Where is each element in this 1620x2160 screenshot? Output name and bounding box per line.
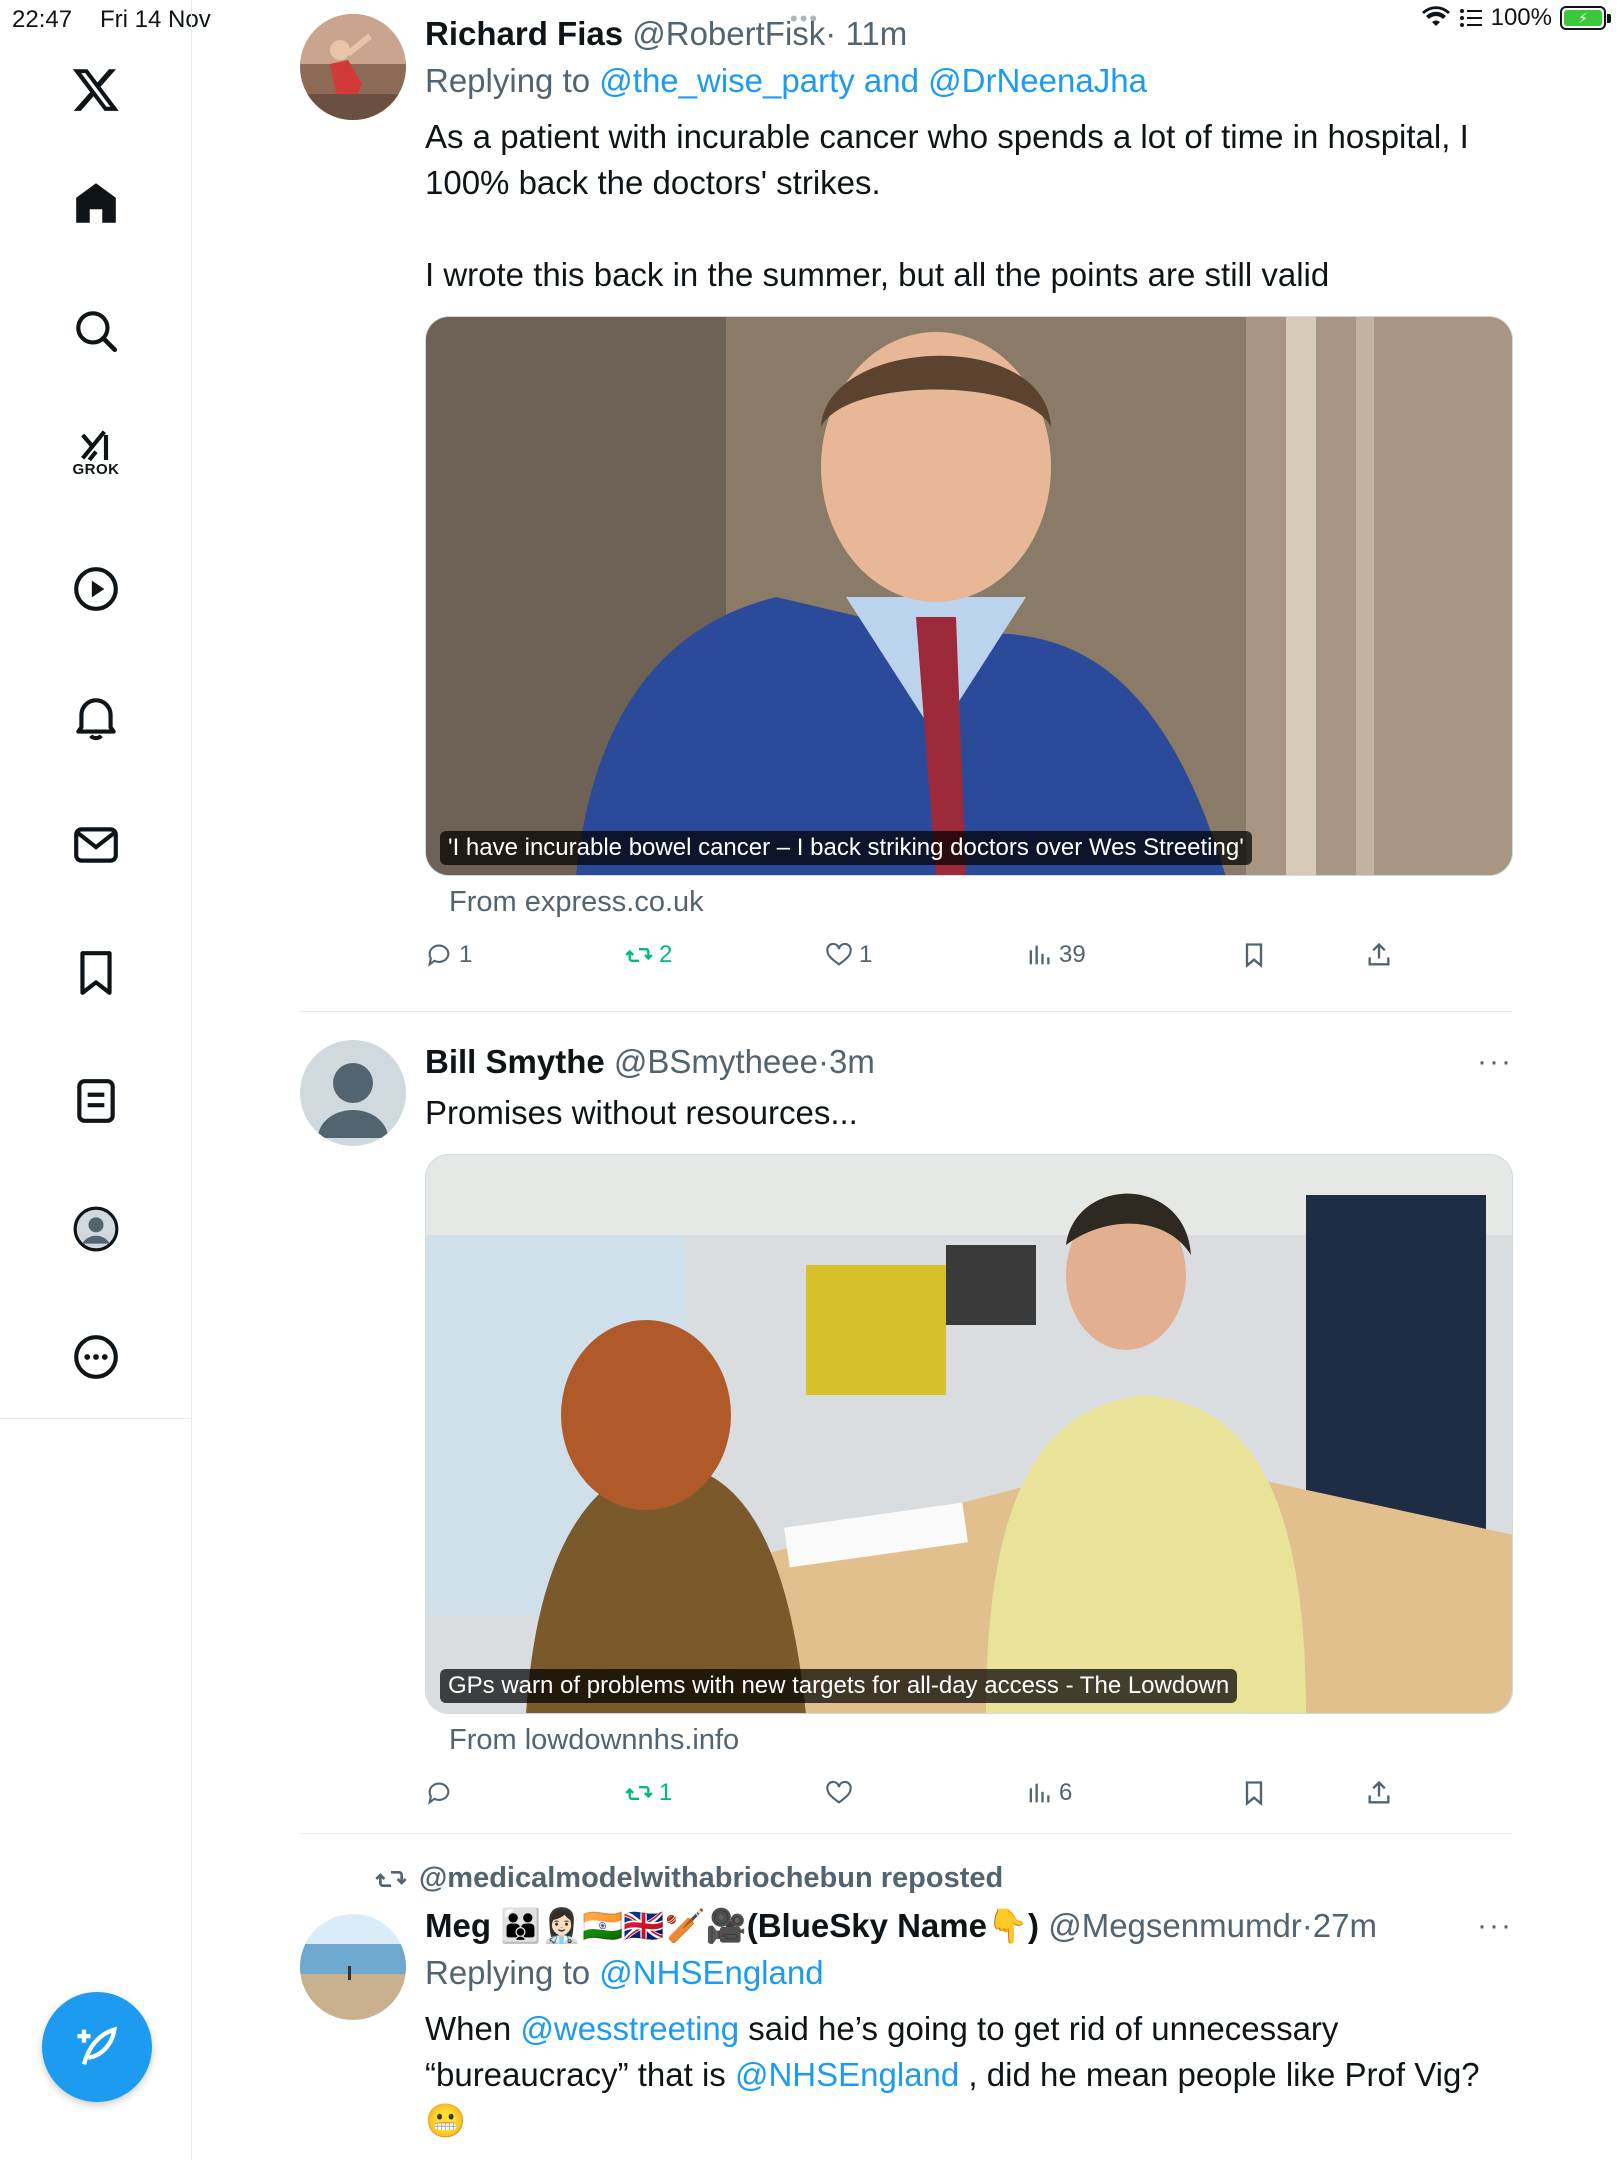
card-caption: 'I have incurable bowel cancer – I back …: [440, 831, 1252, 865]
tweet-actions: 1 6: [425, 1779, 1513, 1823]
timestamp[interactable]: 3m: [829, 1043, 875, 1080]
repost-context[interactable]: @medicalmodelwithabriochebun reposted: [375, 1862, 1003, 1895]
mention-link[interactable]: @NHSEngland: [735, 2056, 959, 2093]
reply-count: 1: [459, 941, 473, 968]
heart-icon: [826, 942, 852, 966]
compose-quill-icon: [77, 2026, 117, 2065]
views-chart-icon: [1029, 1783, 1050, 1803]
repost-button[interactable]: 2: [625, 941, 672, 969]
timestamp[interactable]: 11m: [845, 15, 907, 52]
sidebar: GROK: [0, 0, 192, 2160]
like-button[interactable]: [825, 1779, 859, 1807]
profile-icon[interactable]: [55, 1188, 137, 1270]
tweet-text: Promises without resources...: [425, 1094, 858, 1131]
link-card-image[interactable]: 'I have incurable bowel cancer – I back …: [425, 316, 1513, 876]
like-count: 1: [859, 941, 873, 968]
reply-button[interactable]: 1: [425, 941, 472, 969]
tweet-divider: [300, 1833, 1512, 1834]
separator-dot: ·: [1301, 1907, 1313, 1944]
tweet-divider: [300, 1011, 1512, 1012]
repost-count: 1: [659, 1779, 673, 1806]
compose-button[interactable]: [42, 1992, 152, 2102]
card-source[interactable]: From lowdownnhs.info: [449, 1724, 1513, 1757]
replying-to-label: Replying to: [425, 1954, 591, 1991]
grok-icon[interactable]: GROK: [55, 410, 137, 492]
user-handle[interactable]: @BSmytheee: [614, 1043, 818, 1080]
bookmarks-icon[interactable]: [55, 932, 137, 1014]
share-icon: [1368, 942, 1390, 966]
card-caption: GPs warn of problems with new targets fo…: [440, 1669, 1238, 1703]
card-photo: [426, 1155, 1512, 1713]
repost-context-label: @medicalmodelwithabriochebun reposted: [419, 1862, 1004, 1894]
reply-mention-link[interactable]: @the_wise_party: [599, 62, 854, 99]
tweet-text: As a patient with incurable cancer who s…: [425, 118, 1469, 293]
bookmark-button[interactable]: [1240, 1779, 1268, 1807]
more-options-icon[interactable]: ···: [1477, 1904, 1513, 1948]
tweet-header: Bill Smythe @BSmytheee·3m ···: [425, 1040, 1513, 1084]
separator-dot: ·: [817, 1043, 829, 1080]
repost-count: 2: [659, 941, 673, 968]
tweet-actions: 1 2 1 39: [425, 941, 1513, 985]
views-button[interactable]: 6: [1025, 1779, 1072, 1807]
avatar[interactable]: [300, 1040, 406, 1146]
x-logo-icon[interactable]: [55, 48, 137, 130]
display-name[interactable]: Meg 👪👩🏻‍⚕️🇮🇳🇬🇧🏏🎥(BlueSky Name👇): [425, 1907, 1039, 1944]
sidebar-divider: [0, 1418, 192, 1419]
views-button[interactable]: 39: [1025, 941, 1086, 969]
more-icon[interactable]: [55, 1316, 137, 1398]
views-count: 39: [1059, 941, 1086, 968]
repost-icon: [625, 1786, 653, 1800]
notifications-icon[interactable]: [55, 676, 137, 758]
replying-to: Replying to @the_wise_party and @DrNeena…: [425, 58, 1513, 104]
replying-to-label: Replying to: [425, 62, 591, 99]
bookmark-icon: [1245, 1781, 1263, 1806]
battery-icon: ⚡: [1560, 6, 1611, 30]
share-icon: [1368, 1780, 1390, 1804]
repost-icon: [375, 1870, 407, 1887]
avatar[interactable]: [300, 14, 406, 120]
link-card-image[interactable]: GPs warn of problems with new targets fo…: [425, 1154, 1513, 1714]
avatar[interactable]: [300, 1914, 406, 2020]
bookmark-button[interactable]: [1240, 941, 1268, 969]
share-button[interactable]: [1365, 941, 1393, 969]
card-source[interactable]: From express.co.uk: [449, 886, 1513, 919]
more-options-icon[interactable]: ···: [1477, 1040, 1513, 1084]
reply-and-label[interactable]: and: [864, 62, 919, 99]
card-photo: [426, 317, 1512, 875]
reply-icon: [428, 1782, 450, 1805]
grok-label: GROK: [72, 460, 120, 478]
reply-mention-link[interactable]: @DrNeenaJha: [928, 62, 1147, 99]
grimace-emoji: 😬: [425, 2102, 467, 2139]
timestamp[interactable]: 27m: [1313, 1907, 1377, 1944]
mention-link[interactable]: @wesstreeting: [520, 2010, 739, 2047]
like-button[interactable]: 1: [825, 941, 872, 969]
tweet-text: When @wesstreeting said he’s going to ge…: [425, 2006, 1513, 2144]
reply-button[interactable]: [425, 1779, 459, 1807]
lists-icon[interactable]: [55, 1060, 137, 1142]
heart-icon: [826, 1780, 852, 1804]
search-icon[interactable]: [55, 290, 137, 372]
user-handle[interactable]: @Megsenmumdr: [1048, 1907, 1302, 1944]
bookmark-icon: [1245, 943, 1263, 968]
tweet-text-part: When: [425, 2010, 521, 2047]
display-name[interactable]: Bill Smythe: [425, 1043, 605, 1080]
repost-button[interactable]: 1: [625, 1779, 672, 1807]
repost-icon: [625, 948, 653, 962]
views-count: 6: [1059, 1779, 1073, 1806]
messages-icon[interactable]: [55, 804, 137, 886]
tweet-text-part: , did he mean people like Prof Vig?: [959, 2056, 1480, 2093]
tweet-header: Richard Fias @RobertFisk· 11m: [425, 12, 1513, 56]
video-icon[interactable]: [55, 548, 137, 630]
display-name[interactable]: Richard Fias: [425, 15, 623, 52]
views-chart-icon: [1029, 945, 1050, 965]
tweet-header: Meg 👪👩🏻‍⚕️🇮🇳🇬🇧🏏🎥(BlueSky Name👇) @Megsenm…: [425, 1904, 1513, 1948]
separator-dot: ·: [825, 15, 837, 52]
home-icon[interactable]: [55, 162, 137, 244]
reply-icon: [428, 944, 450, 967]
share-button[interactable]: [1365, 1779, 1393, 1807]
user-handle[interactable]: @RobertFisk: [632, 15, 825, 52]
replying-to: Replying to @NHSEngland: [425, 1950, 1513, 1996]
reply-mention-link[interactable]: @NHSEngland: [599, 1954, 823, 1991]
